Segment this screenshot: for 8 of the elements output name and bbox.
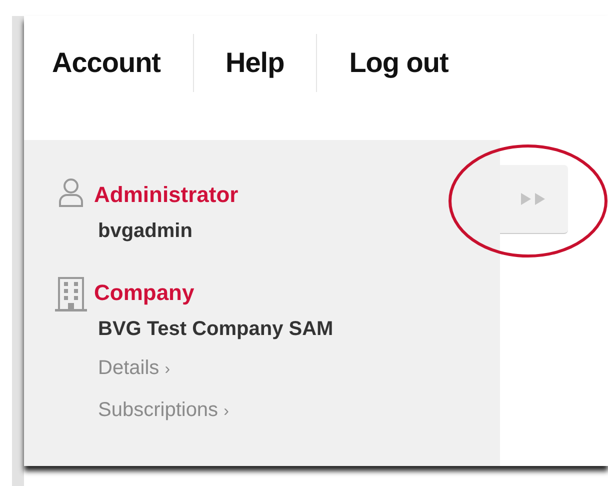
section-value: bvgadmin bbox=[97, 219, 194, 244]
section-heading: Company bbox=[94, 279, 196, 307]
section-heading: Administrator bbox=[94, 181, 238, 209]
nav-link[interactable]: Help bbox=[226, 34, 284, 79]
nav-link[interactable]: Log out bbox=[349, 34, 448, 79]
expand-button[interactable] bbox=[500, 165, 568, 234]
section-value: BVG Test Company SAM bbox=[97, 317, 334, 342]
nav-link[interactable]: Account bbox=[52, 34, 160, 79]
